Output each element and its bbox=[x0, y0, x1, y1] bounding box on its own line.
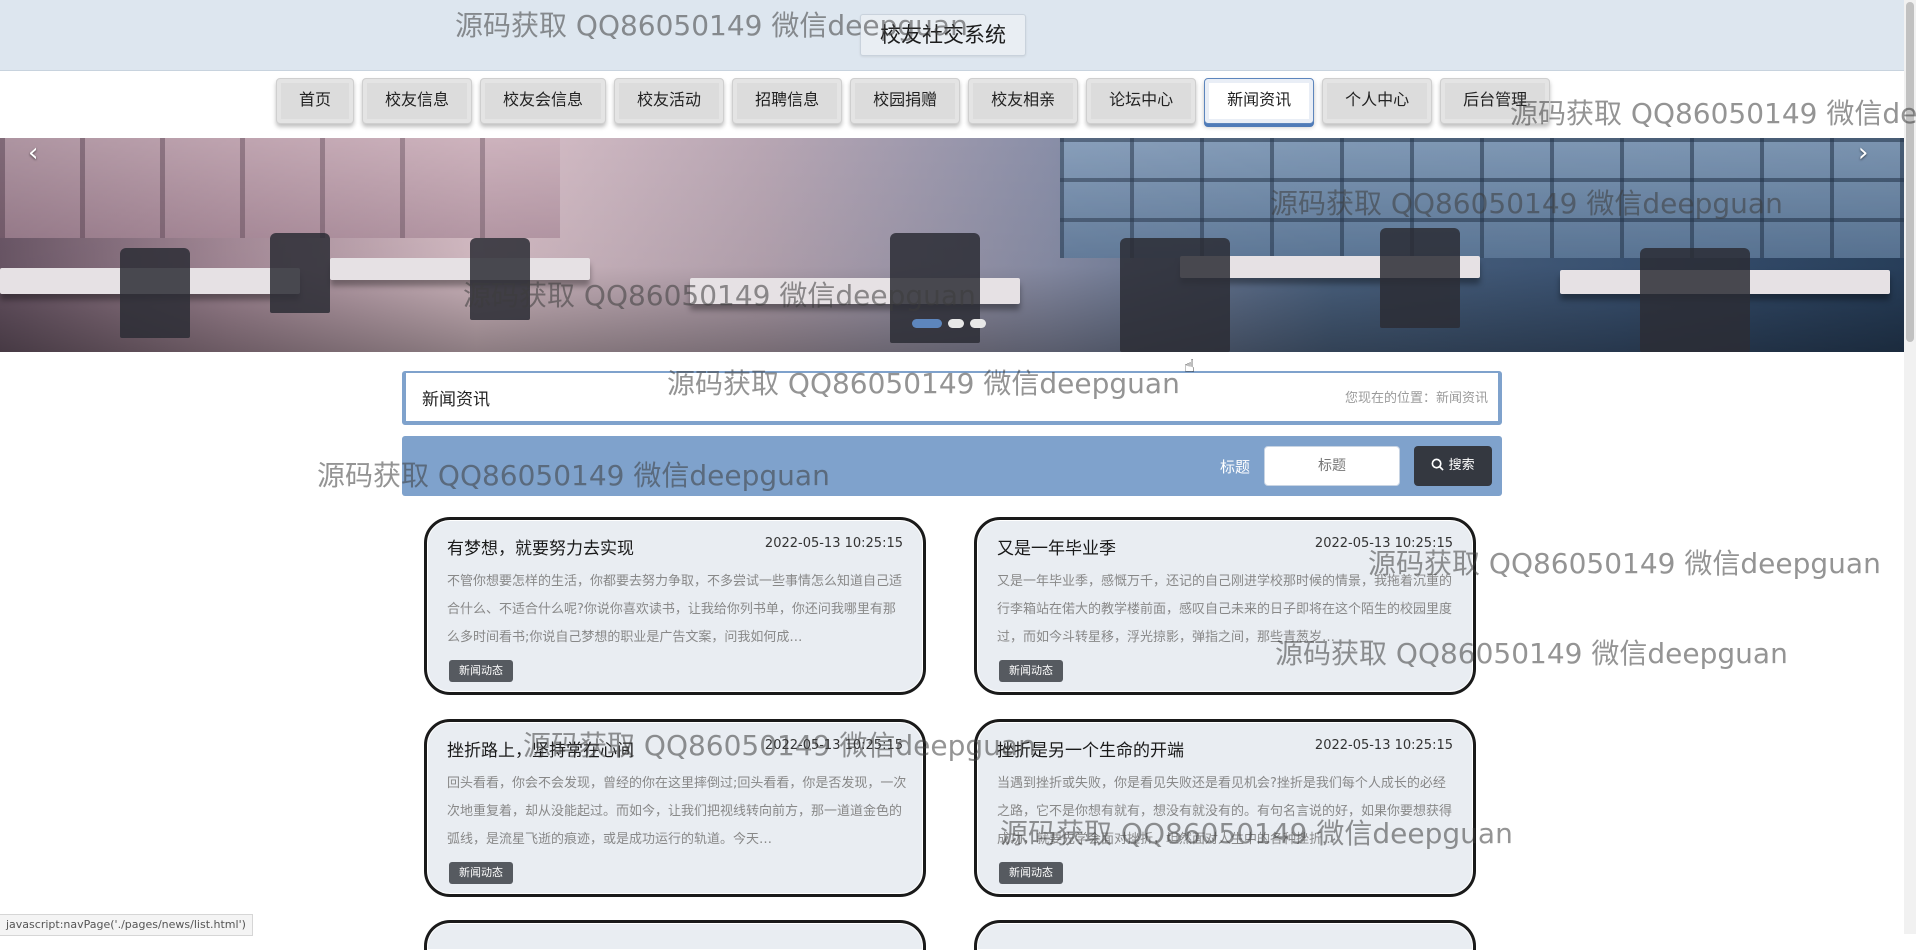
banner-chair bbox=[1640, 248, 1750, 352]
news-date: 2022-05-13 10:25:15 bbox=[764, 536, 903, 551]
watermark: 源码获取 QQ86050149 微信deepguan bbox=[1510, 97, 1916, 130]
browser-status-bar: javascript:navPage('./pages/news/list.ht… bbox=[0, 914, 253, 936]
banner-desk bbox=[330, 258, 590, 280]
title-search-input[interactable] bbox=[1264, 446, 1400, 486]
carousel-next-icon[interactable]: › bbox=[1858, 138, 1868, 168]
nav-item-home[interactable]: 首页 bbox=[276, 78, 355, 124]
banner-scene-window bbox=[0, 138, 560, 238]
carousel-indicators bbox=[912, 319, 986, 328]
nav-item-donation[interactable]: 校园捐赠 bbox=[850, 78, 961, 124]
search-icon bbox=[1431, 458, 1445, 471]
news-title: 有梦想，就要努力去实现 bbox=[447, 539, 634, 559]
carousel-prev-icon[interactable]: ‹ bbox=[28, 138, 38, 168]
carousel-dot[interactable] bbox=[948, 319, 964, 328]
banner-chair bbox=[470, 238, 530, 320]
main-nav: 首页 校友信息 校友会信息 校友活动 招聘信息 校园捐赠 校友相亲 论坛中心 新… bbox=[276, 78, 1551, 128]
carousel-dot[interactable] bbox=[912, 319, 942, 328]
news-category-badge: 新闻动态 bbox=[999, 660, 1063, 682]
news-title: 又是一年毕业季 bbox=[997, 539, 1116, 559]
nav-item-admin[interactable]: 后台管理 bbox=[1440, 78, 1551, 124]
news-date: 2022-05-13 10:25:15 bbox=[764, 738, 903, 753]
nav-item-alumni-association[interactable]: 校友会信息 bbox=[480, 78, 607, 124]
search-button[interactable]: 搜索 bbox=[1414, 446, 1492, 486]
nav-item-news[interactable]: 新闻资讯 bbox=[1204, 78, 1315, 124]
news-category-badge: 新闻动态 bbox=[449, 660, 513, 682]
section-header: 新闻资讯 您现在的位置：新闻资讯 bbox=[402, 371, 1502, 425]
nav-item-alumni-info[interactable]: 校友信息 bbox=[362, 78, 473, 124]
nav-item-alumni-activities[interactable]: 校友活动 bbox=[614, 78, 725, 124]
news-card-partial[interactable] bbox=[424, 920, 926, 950]
nav-item-alumni-dating[interactable]: 校友相亲 bbox=[968, 78, 1079, 124]
banner-chair bbox=[270, 233, 330, 313]
search-button-label: 搜索 bbox=[1448, 458, 1475, 473]
banner-chair bbox=[1380, 228, 1460, 328]
search-label: 标题 bbox=[1220, 458, 1251, 476]
banner-chair bbox=[120, 248, 190, 338]
page-scrollbar[interactable] bbox=[1904, 0, 1916, 934]
page-title: 新闻资讯 bbox=[422, 390, 490, 410]
news-date: 2022-05-13 10:25:15 bbox=[1314, 738, 1453, 753]
nav-item-forum[interactable]: 论坛中心 bbox=[1086, 78, 1197, 124]
scrollbar-thumb[interactable] bbox=[1906, 2, 1914, 342]
news-title: 挫折是另一个生命的开端 bbox=[997, 741, 1184, 761]
mouse-cursor-icon: ☝ bbox=[1184, 356, 1195, 377]
banner-chair bbox=[1120, 238, 1230, 352]
news-card[interactable]: 有梦想，就要努力去实现 2022-05-13 10:25:15 不管你想要怎样的… bbox=[424, 517, 926, 695]
carousel-dot[interactable] bbox=[970, 319, 986, 328]
news-category-badge: 新闻动态 bbox=[999, 862, 1063, 884]
news-category-badge: 新闻动态 bbox=[449, 862, 513, 884]
site-title: 校友社交系统 bbox=[860, 14, 1026, 56]
news-excerpt: 不管你想要怎样的生活，你都要去努力争取，不多尝试一些事情怎么知道自己适合什么、不… bbox=[447, 574, 903, 645]
banner-carousel: ‹ › bbox=[0, 138, 1904, 352]
news-excerpt: 又是一年毕业季，感慨万千，还记的自己刚进学校那时候的情景，我拖着沉重的行李箱站在… bbox=[997, 574, 1453, 645]
news-card[interactable]: 挫折路上，坚持常在心间 2022-05-13 10:25:15 回头看看，你会不… bbox=[424, 719, 926, 897]
news-card[interactable]: 挫折是另一个生命的开端 2022-05-13 10:25:15 当遇到挫折或失败… bbox=[974, 719, 1476, 897]
breadcrumb: 您现在的位置：新闻资讯 bbox=[1344, 391, 1488, 406]
top-header: 校友社交系统 bbox=[0, 0, 1904, 71]
news-excerpt: 当遇到挫折或失败，你是看见失败还是看见机会?挫折是我们每个人成长的必经之路，它不… bbox=[997, 776, 1453, 847]
search-bar: 标题 搜索 bbox=[402, 436, 1502, 496]
news-date: 2022-05-13 10:25:15 bbox=[1314, 536, 1453, 551]
nav-item-personal-center[interactable]: 个人中心 bbox=[1322, 78, 1433, 124]
news-title: 挫折路上，坚持常在心间 bbox=[447, 741, 634, 761]
nav-item-recruitment[interactable]: 招聘信息 bbox=[732, 78, 843, 124]
news-card[interactable]: 又是一年毕业季 2022-05-13 10:25:15 又是一年毕业季，感慨万千… bbox=[974, 517, 1476, 695]
news-card-partial[interactable] bbox=[974, 920, 1476, 950]
news-excerpt: 回头看看，你会不会发现，曾经的你在这里摔倒过;回头看看，你是否发现，一次次地重复… bbox=[447, 776, 907, 847]
